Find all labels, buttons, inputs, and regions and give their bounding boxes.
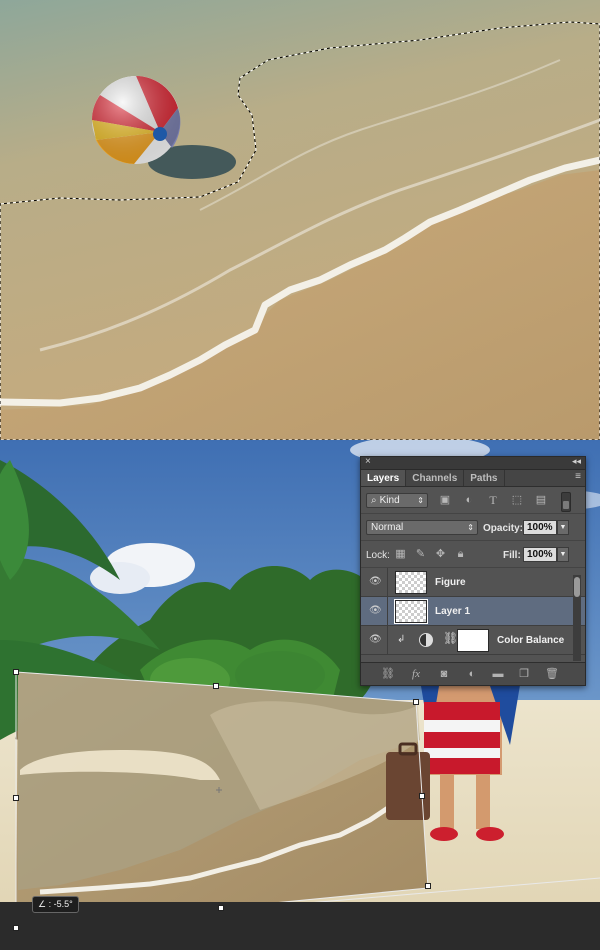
- eye-icon[interactable]: 👁︎: [369, 577, 382, 587]
- add-mask-icon[interactable]: ◙: [437, 668, 451, 680]
- lock-all-icon[interactable]: 🔒︎: [455, 549, 466, 560]
- transform-handle-tc[interactable]: [213, 683, 219, 689]
- new-adjustment-icon[interactable]: ◐: [465, 668, 479, 680]
- blend-row: Normal ⇕ Opacity: 100% ▼: [361, 514, 585, 541]
- beach-ball-photo-art: [0, 0, 600, 440]
- fx-icon[interactable]: fx: [409, 668, 423, 680]
- layer-name: Layer 1: [435, 606, 471, 617]
- transform-handle-ml[interactable]: [13, 795, 19, 801]
- filter-row: ⌕ Kind ⇕ ▣ ◐ T ⬚ ▤: [361, 487, 585, 514]
- image-filter-icon[interactable]: ▣: [439, 494, 451, 506]
- lock-position-icon[interactable]: ✥: [435, 549, 446, 560]
- clipping-arrow-icon: ↲: [397, 634, 406, 645]
- layers-scrollbar[interactable]: [573, 575, 581, 661]
- transform-handle-tl[interactable]: [13, 669, 19, 675]
- close-icon[interactable]: ×: [365, 456, 371, 467]
- transform-handle-mr[interactable]: [419, 793, 425, 799]
- tab-paths[interactable]: Paths: [464, 470, 505, 486]
- layer-thumbnail: [394, 599, 428, 624]
- transform-handle-bl[interactable]: [13, 925, 19, 931]
- rotation-angle-readout: ∠ : -5.5°: [32, 896, 79, 913]
- filter-kind-label: Kind: [379, 495, 400, 506]
- transform-handle-br[interactable]: [425, 883, 431, 889]
- adjustment-filter-icon[interactable]: ◐: [463, 494, 475, 506]
- tab-channels[interactable]: Channels: [406, 470, 465, 486]
- lock-image-icon[interactable]: ✎: [415, 549, 426, 560]
- panel-tabs: Layers Channels Paths ≡: [361, 470, 585, 487]
- layers-panel: × ◂◂ Layers Channels Paths ≡ ⌕ Kind ⇕ ▣ ◐…: [360, 456, 586, 686]
- transform-handle-bc[interactable]: [218, 905, 224, 911]
- transform-handle-tr[interactable]: [413, 699, 419, 705]
- blend-mode-select[interactable]: Normal ⇕: [366, 520, 478, 535]
- scrollbar-thumb[interactable]: [574, 577, 580, 597]
- filter-toggle[interactable]: [561, 492, 571, 512]
- opacity-label: Opacity:: [483, 523, 524, 534]
- panel-titlebar: × ◂◂: [361, 456, 585, 470]
- layer-row-color-balance[interactable]: 👁︎ ↲ ⛓︎ Color Balance: [361, 626, 585, 655]
- layer-mask-thumbnail[interactable]: [457, 629, 489, 652]
- fill-label: Fill:: [503, 550, 521, 561]
- lock-label: Lock:: [366, 550, 390, 561]
- canvas-pasteboard: [0, 902, 600, 950]
- blend-mode-value: Normal: [371, 522, 404, 533]
- fill-dropdown-icon[interactable]: ▼: [557, 547, 569, 562]
- eye-icon[interactable]: 👁︎: [369, 606, 382, 616]
- fill-input[interactable]: 100%: [523, 547, 557, 562]
- lock-transparency-icon[interactable]: ▦: [395, 549, 406, 560]
- smart-object-filter-icon[interactable]: ▤: [535, 494, 547, 506]
- layer-thumbnail: [395, 571, 427, 594]
- layer-name: Color Balance: [497, 635, 565, 646]
- eye-column-divider: [387, 568, 388, 596]
- delete-layer-icon[interactable]: 🗑︎: [545, 668, 559, 680]
- chevron-updown-icon: ⇕: [417, 496, 424, 505]
- new-layer-icon[interactable]: ❐: [517, 668, 531, 680]
- adjustment-layer-icon: [419, 633, 433, 647]
- beach-ball-photo: [0, 0, 600, 440]
- panel-menu-icon[interactable]: ≡: [575, 471, 581, 482]
- filter-kind-select[interactable]: ⌕ Kind ⇕: [366, 493, 428, 508]
- opacity-input[interactable]: 100%: [523, 520, 557, 535]
- layer-row-figure[interactable]: 👁︎ Figure: [361, 568, 585, 597]
- new-group-icon[interactable]: ▬: [491, 668, 505, 680]
- link-chain-icon[interactable]: ⛓︎: [443, 631, 458, 645]
- collapse-panel-icon[interactable]: ◂◂: [572, 456, 581, 467]
- eye-column-divider: [387, 626, 388, 654]
- tab-layers[interactable]: Layers: [361, 470, 407, 486]
- chevron-updown-icon: ⇕: [467, 523, 474, 532]
- search-icon: ⌕: [371, 495, 377, 506]
- lock-row: Lock: ▦ ✎ ✥ 🔒︎ Fill: 100% ▼: [361, 541, 585, 568]
- panel-footer: ⛓︎ fx ◙ ◐ ▬ ❐ 🗑︎: [361, 662, 585, 685]
- layer-name: Figure: [435, 577, 466, 588]
- shape-filter-icon[interactable]: ⬚: [511, 494, 523, 506]
- eye-column-divider: [387, 597, 388, 625]
- link-layers-icon[interactable]: ⛓︎: [381, 668, 395, 680]
- opacity-dropdown-icon[interactable]: ▼: [557, 520, 569, 535]
- layer-row-layer-1[interactable]: 👁︎ Layer 1: [361, 597, 585, 626]
- type-filter-icon[interactable]: T: [487, 494, 499, 506]
- eye-icon[interactable]: 👁︎: [369, 635, 382, 645]
